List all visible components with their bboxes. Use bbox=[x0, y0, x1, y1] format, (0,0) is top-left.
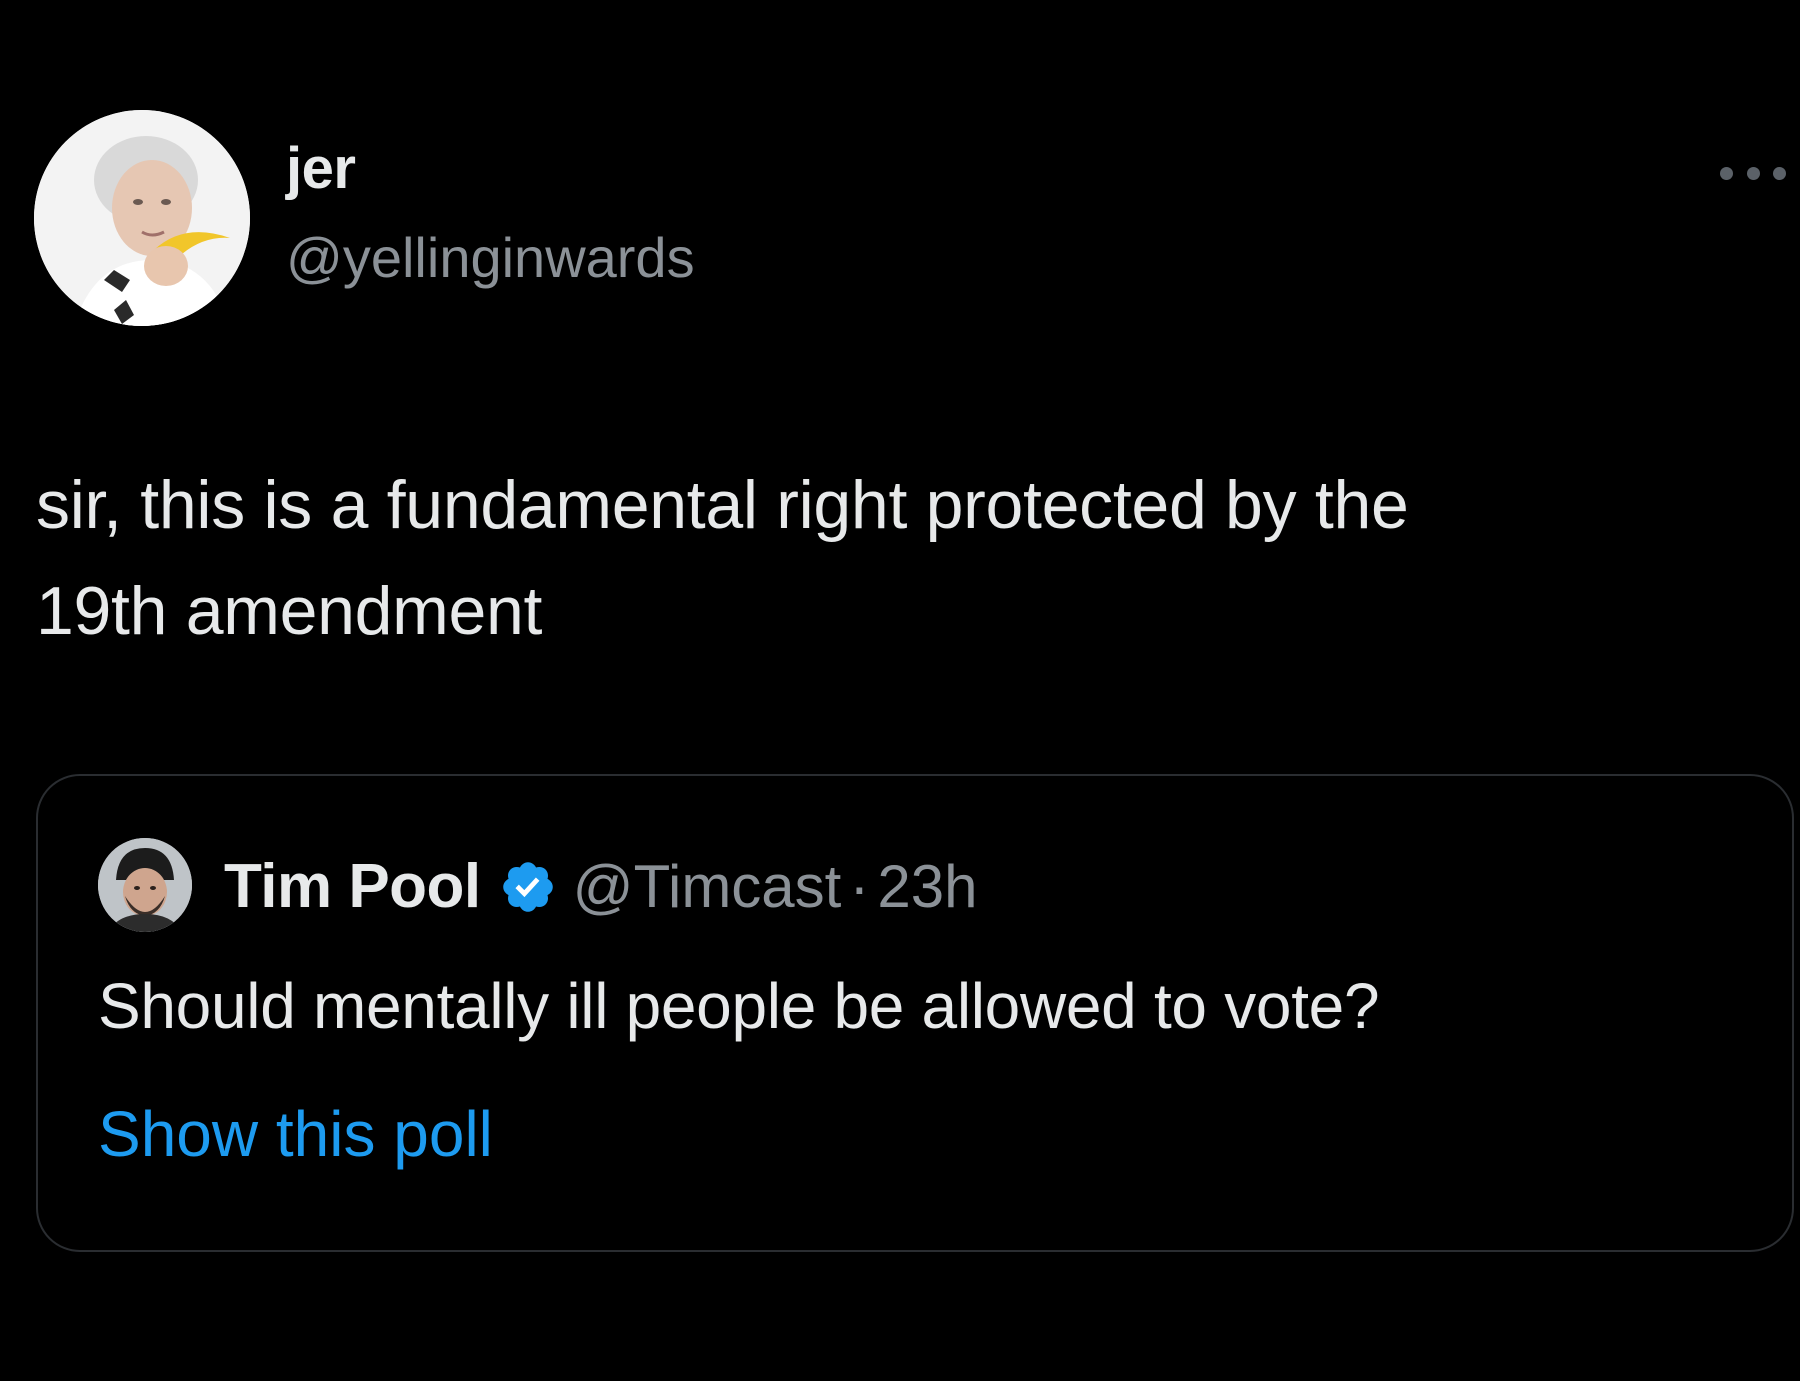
tweet-text-line: 19th amendment bbox=[36, 573, 543, 649]
more-options-button[interactable] bbox=[1720, 158, 1786, 188]
author-handle[interactable]: @yellinginwards bbox=[286, 230, 695, 286]
quoted-tweet-header: Tim Pool @Timcast · 23h bbox=[224, 856, 977, 918]
quoted-tweet-card[interactable]: Tim Pool @Timcast · 23h Should mentally … bbox=[36, 774, 1794, 1252]
more-icon-dot bbox=[1746, 166, 1760, 180]
author-display-name[interactable]: jer bbox=[286, 140, 356, 198]
show-poll-link[interactable]: Show this poll bbox=[98, 1096, 493, 1173]
quoted-tweet-timestamp[interactable]: 23h bbox=[877, 857, 977, 917]
quoted-author-handle[interactable]: @Timcast bbox=[573, 857, 842, 917]
tweet-text-line: sir, this is a fundamental right protect… bbox=[36, 467, 1409, 543]
author-avatar[interactable] bbox=[34, 110, 250, 326]
header-separator: · bbox=[849, 853, 870, 920]
tweet-text: sir, this is a fundamental right protect… bbox=[36, 452, 1776, 664]
quoted-author-avatar-image bbox=[98, 838, 192, 932]
verified-badge-icon bbox=[502, 862, 553, 912]
more-horizontal-icon bbox=[1720, 166, 1733, 180]
author-avatar-image bbox=[34, 110, 250, 326]
quoted-author-avatar[interactable] bbox=[98, 838, 192, 932]
tweet: jer @yellinginwards sir, this is a funda… bbox=[0, 0, 1800, 1381]
quoted-author-display-name[interactable]: Tim Pool bbox=[224, 856, 481, 918]
more-icon-dot bbox=[1773, 166, 1786, 180]
quoted-tweet-text: Should mentally ill people be allowed to… bbox=[98, 970, 1380, 1042]
